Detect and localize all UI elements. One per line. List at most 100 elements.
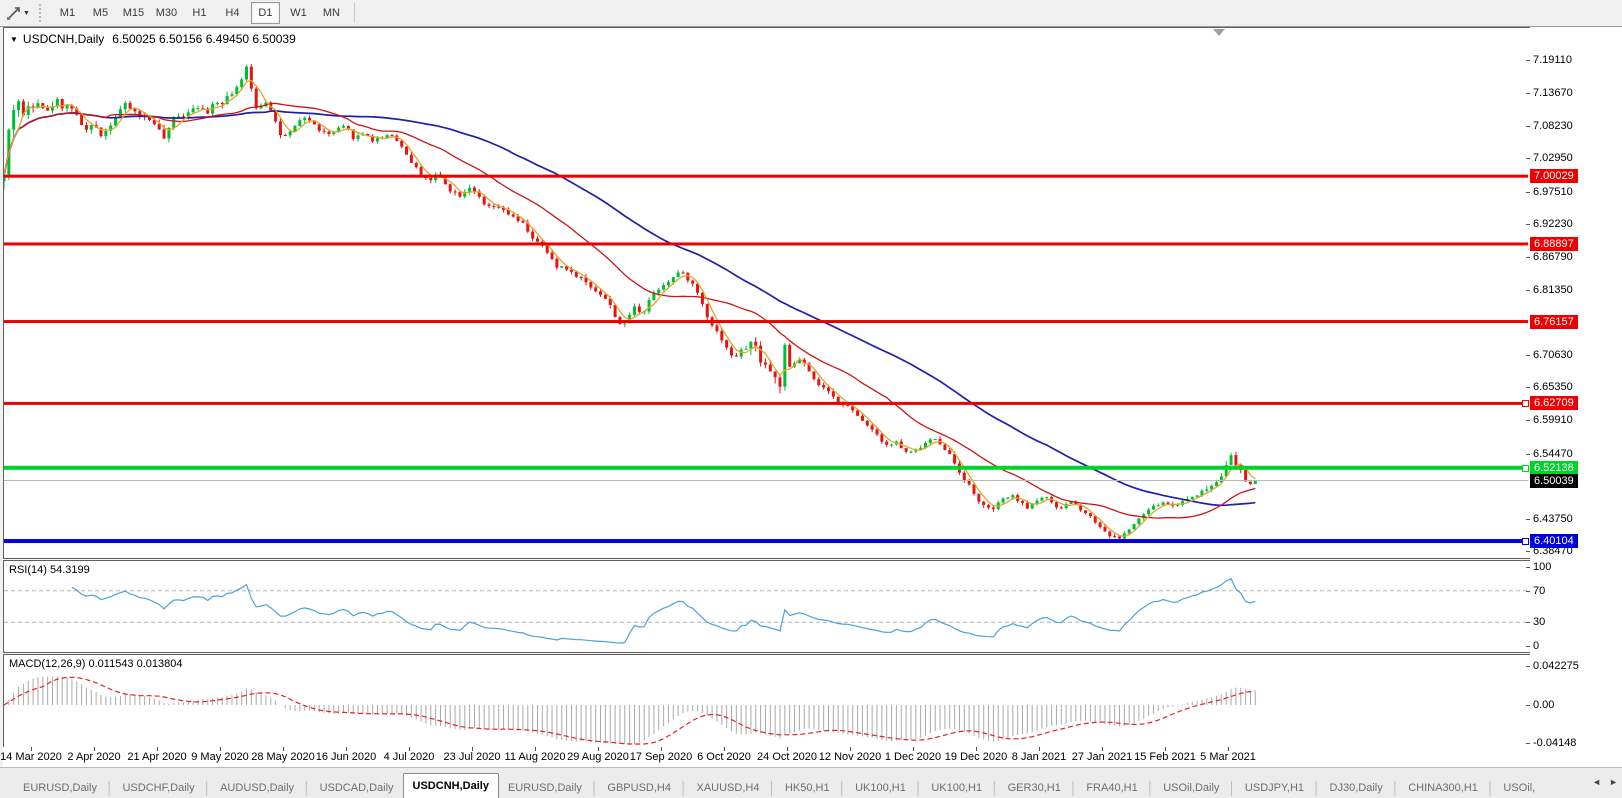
date-axis-label: 8 Jan 2021 — [1012, 751, 1066, 763]
timeframe-button-w1[interactable]: W1 — [284, 2, 313, 24]
scale-tick — [1526, 519, 1530, 520]
price-scale[interactable]: 7.191107.136707.082307.029506.975106.922… — [1530, 27, 1622, 767]
price-chart-pane[interactable]: ▼ USDCNH,Daily 6.50025 6.50156 6.49450 6… — [3, 27, 1531, 559]
rsi-indicator-pane[interactable]: RSI(14) 54.3199 — [3, 560, 1531, 653]
chart-tab-hk50-h1[interactable]: HK50,H1 — [776, 777, 839, 798]
level-price-label: 6.76157 — [1530, 315, 1578, 329]
toolbar-drag-handle[interactable] — [38, 4, 43, 22]
chart-tab-usdchf-daily[interactable]: USDCHF,Daily — [113, 777, 203, 798]
timeframe-button-d1[interactable]: D1 — [251, 2, 280, 24]
scale-tick — [1526, 224, 1530, 225]
tab-separator: │ — [303, 777, 311, 798]
line-handle[interactable] — [1522, 400, 1529, 407]
chart-ohlc-values: 6.50025 6.50156 6.49450 6.50039 — [112, 32, 296, 46]
scale-tick — [1526, 355, 1530, 356]
chart-tab-usoil-[interactable]: USOil, — [1494, 777, 1544, 798]
tab-separator: │ — [768, 777, 776, 798]
macd-indicator-pane[interactable]: MACD(12,26,9) 0.011543 0.013804 — [3, 654, 1531, 749]
date-axis-label: 27 Jan 2021 — [1072, 751, 1133, 763]
rsi-scale-label: 70 — [1533, 585, 1545, 597]
chart-tab-fra40-h1[interactable]: FRA40,H1 — [1077, 777, 1146, 798]
scale-tick — [1526, 622, 1530, 623]
chart-tab-gbpusd-h4[interactable]: GBPUSD,H4 — [598, 777, 680, 798]
tab-separator: │ — [1070, 777, 1078, 798]
tab-scroll-right-icon[interactable]: ► — [1609, 777, 1618, 787]
chart-title: ▼ USDCNH,Daily 6.50025 6.50156 6.49450 6… — [10, 32, 296, 46]
chart-tab-audusd-daily[interactable]: AUDUSD,Daily — [211, 777, 303, 798]
chart-tab-dj30-daily[interactable]: DJ30,Daily — [1321, 777, 1392, 798]
scale-tick — [1526, 290, 1530, 291]
date-axis-label: 21 Apr 2020 — [127, 751, 186, 763]
price-tick-label: 6.97510 — [1533, 186, 1573, 198]
chart-tab-uk100-h1[interactable]: UK100,H1 — [922, 777, 991, 798]
toolbar-dropdown-icon[interactable]: ▼ — [23, 10, 30, 17]
chart-tab-usdcad-daily[interactable]: USDCAD,Daily — [311, 777, 403, 798]
timeframe-buttons: M1M5M15M30H1H4D1W1MN — [51, 2, 348, 24]
chart-symbol-label: USDCNH,Daily — [23, 32, 104, 46]
date-axis-label: 14 Mar 2020 — [0, 751, 62, 763]
chart-tab-ger30-h1[interactable]: GER30,H1 — [999, 777, 1070, 798]
tab-scroll-left-icon[interactable]: ◄ — [1592, 777, 1601, 787]
rsi-scale-label: 0 — [1533, 640, 1539, 652]
line-handle[interactable] — [1522, 465, 1529, 472]
current-price-label: 6.50039 — [1530, 474, 1578, 488]
date-axis-label: 17 Sep 2020 — [630, 751, 692, 763]
scale-tick — [1526, 705, 1530, 706]
date-axis-label: 6 Oct 2020 — [697, 751, 751, 763]
rsi-scale-label: 100 — [1533, 561, 1551, 573]
rsi-plot[interactable] — [4, 561, 1528, 650]
chart-tab-uk100-h1[interactable]: UK100,H1 — [846, 777, 915, 798]
level-price-label: 6.62709 — [1530, 396, 1578, 410]
date-axis-label: 9 May 2020 — [191, 751, 248, 763]
timeframe-button-m15[interactable]: M15 — [119, 2, 148, 24]
tab-separator: │ — [991, 777, 999, 798]
date-axis-label: 5 Mar 2021 — [1200, 751, 1256, 763]
scale-tick — [1526, 551, 1530, 552]
chart-tab-usoil-daily[interactable]: USOil,Daily — [1154, 777, 1228, 798]
chart-tab-usdcnh-daily[interactable]: USDCNH,Daily — [403, 773, 499, 798]
chart-tab-xauusd-h4[interactable]: XAUUSD,H4 — [687, 777, 768, 798]
chart-tab-eurusd-daily[interactable]: EURUSD,Daily — [14, 777, 106, 798]
chart-tab-eurusd-daily[interactable]: EURUSD,Daily — [499, 777, 591, 798]
price-tick-label: 7.02950 — [1533, 152, 1573, 164]
price-tick-label: 6.43750 — [1533, 513, 1573, 525]
tab-separator: │ — [1487, 777, 1495, 798]
macd-label: MACD(12,26,9) 0.011543 0.013804 — [9, 658, 182, 670]
line-handle[interactable] — [1522, 538, 1529, 545]
chart-tab-china300-h1[interactable]: CHINA300,H1 — [1399, 777, 1487, 798]
tab-separator: │ — [1392, 777, 1400, 798]
tab-separator: │ — [1147, 777, 1155, 798]
chart-tab-bar: EURUSD,Daily│USDCHF,Daily│AUDUSD,Daily│U… — [0, 767, 1622, 798]
date-axis-label: 29 Aug 2020 — [567, 751, 629, 763]
tab-separator: │ — [204, 777, 212, 798]
price-tick-label: 6.54470 — [1533, 448, 1573, 460]
price-tick-label: 6.65350 — [1533, 381, 1573, 393]
scale-tick — [1526, 743, 1530, 744]
symbol-caret-icon: ▼ — [10, 35, 18, 44]
toolbar-separator — [354, 3, 355, 23]
chart-tab-usdjpy-h1[interactable]: USDJPY,H1 — [1236, 777, 1313, 798]
level-price-label: 7.00029 — [1530, 169, 1578, 183]
scale-tick — [1526, 192, 1530, 193]
chart-shift-marker-icon[interactable] — [1213, 29, 1225, 36]
price-tick-label: 6.86790 — [1533, 251, 1573, 263]
scale-tick — [1526, 454, 1530, 455]
timeframe-button-m5[interactable]: M5 — [86, 2, 115, 24]
date-axis-label: 16 Jun 2020 — [316, 751, 377, 763]
candlestick-chart[interactable] — [4, 28, 1528, 556]
date-axis-label: 19 Dec 2020 — [945, 751, 1007, 763]
date-axis-label: 15 Feb 2021 — [1134, 751, 1196, 763]
date-axis-label: 4 Jul 2020 — [384, 751, 435, 763]
timeframe-button-m1[interactable]: M1 — [53, 2, 82, 24]
date-axis[interactable]: 14 Mar 20202 Apr 202021 Apr 20209 May 20… — [3, 747, 1530, 767]
price-tick-label: 7.08230 — [1533, 120, 1573, 132]
scale-tick — [1526, 257, 1530, 258]
timeframe-button-h1[interactable]: H1 — [185, 2, 214, 24]
cursor-mode-icon[interactable] — [3, 4, 23, 22]
scale-tick — [1526, 567, 1530, 568]
date-axis-label: 11 Aug 2020 — [505, 751, 566, 763]
macd-plot[interactable] — [4, 655, 1528, 746]
timeframe-button-h4[interactable]: H4 — [218, 2, 247, 24]
timeframe-button-mn[interactable]: MN — [317, 2, 346, 24]
timeframe-button-m30[interactable]: M30 — [152, 2, 181, 24]
